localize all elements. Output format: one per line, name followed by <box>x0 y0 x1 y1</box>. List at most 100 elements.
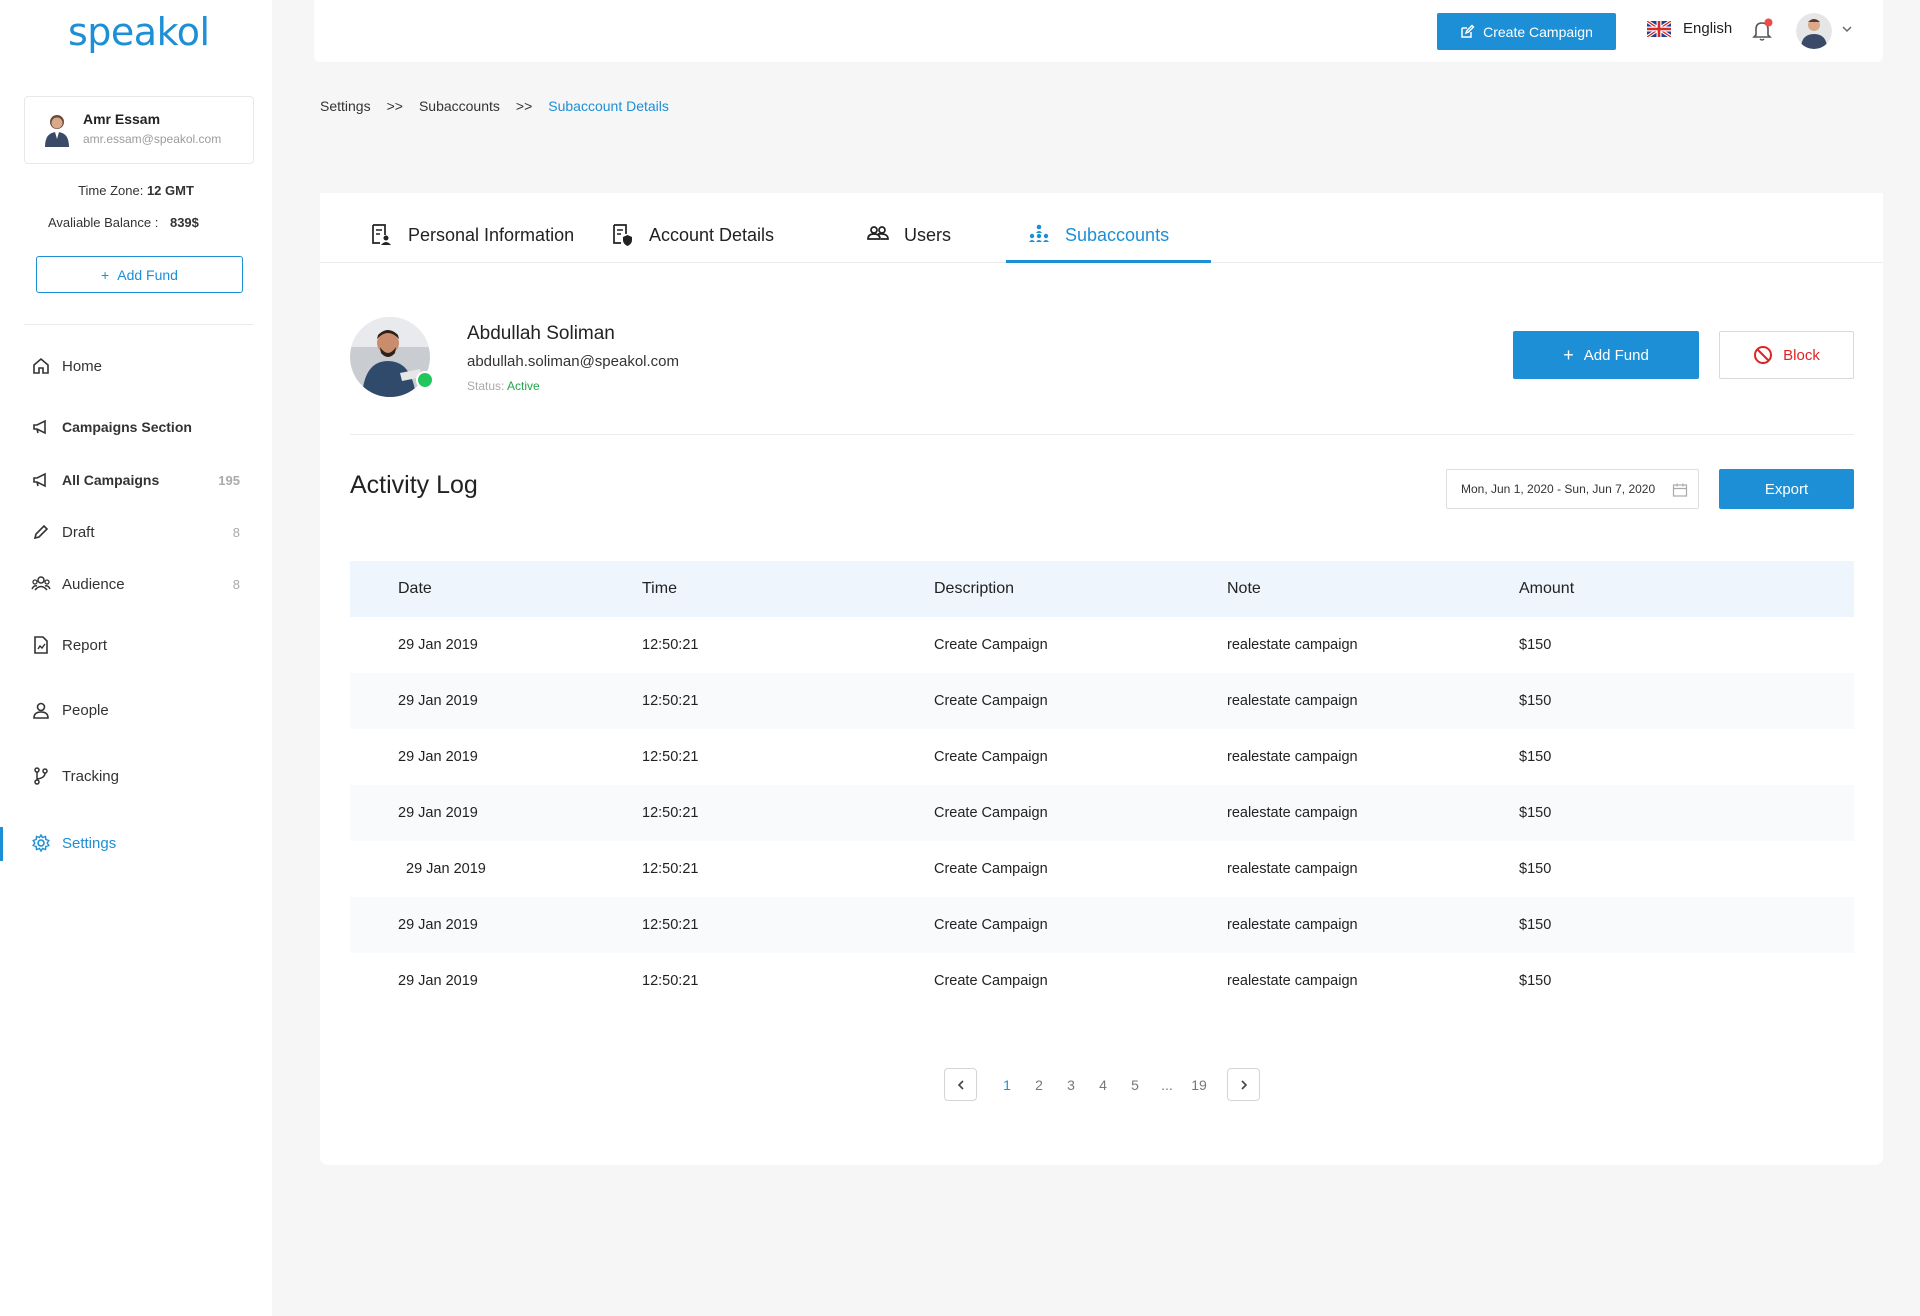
status-badge: Status: Active <box>467 379 540 393</box>
branch-icon <box>30 765 52 787</box>
export-label: Export <box>1764 480 1809 498</box>
speakol-logo[interactable]: speakol <box>68 10 210 54</box>
sidebar-item-label: All Campaigns <box>62 472 160 488</box>
page-link[interactable]: 4 <box>1087 1077 1119 1093</box>
table-row: 29 Jan 2019 12:50:21 Create Campaign rea… <box>350 841 1854 897</box>
cell-description: Create Campaign <box>934 973 1048 989</box>
tab-label: Subaccounts <box>1065 224 1170 245</box>
breadcrumb-item-settings[interactable]: Settings <box>320 98 371 114</box>
cell-note: realestate campaign <box>1227 749 1358 765</box>
cell-time: 12:50:21 <box>642 861 699 877</box>
sidebar-item-settings[interactable]: Settings <box>30 832 240 854</box>
create-campaign-button[interactable]: Create Campaign <box>1437 13 1616 50</box>
top-bar: Create Campaign English <box>314 0 1883 62</box>
sidebar-item-label: Draft <box>62 523 95 541</box>
page-numbers: 1 2 3 4 5 ... 19 <box>991 1077 1215 1093</box>
person-icon <box>30 699 52 721</box>
column-header-description: Description <box>934 580 1015 597</box>
home-icon <box>30 355 52 377</box>
campaigns-count: 195 <box>218 472 240 488</box>
timezone: Time Zone: 12 GMT <box>0 183 272 198</box>
sidebar-item-label: People <box>62 701 109 719</box>
cell-note: realestate campaign <box>1227 917 1358 933</box>
add-fund-button[interactable]: + Add Fund <box>1513 331 1699 379</box>
plus-icon: + <box>1563 344 1574 365</box>
add-fund-label: Add Fund <box>117 266 178 283</box>
cell-date: 29 Jan 2019 <box>398 693 478 709</box>
breadcrumb: Settings >> Subaccounts >> Subaccount De… <box>320 98 669 114</box>
breadcrumb-item-subaccounts[interactable]: Subaccounts <box>419 98 500 114</box>
cell-date: 29 Jan 2019 <box>398 749 478 765</box>
sidebar-item-report[interactable]: Report <box>30 634 240 656</box>
cell-date: 29 Jan 2019 <box>406 861 486 877</box>
table-header: Date Time Description Note Amount <box>350 561 1854 617</box>
edit-icon <box>1461 24 1475 38</box>
block-icon <box>1754 346 1773 364</box>
tab-subaccounts[interactable]: Subaccounts <box>1027 223 1169 247</box>
gear-icon <box>30 832 52 854</box>
table-row: 29 Jan 2019 12:50:21 Create Campaign rea… <box>350 729 1854 785</box>
cell-amount: $150 <box>1519 693 1552 709</box>
page-link[interactable]: 3 <box>1055 1077 1087 1093</box>
chevron-right-icon <box>1240 1079 1247 1090</box>
cell-amount: $150 <box>1519 637 1552 653</box>
sidebar-item-label: Audience <box>62 575 125 593</box>
sidebar-item-home[interactable]: Home <box>30 355 240 377</box>
user-name: Amr Essam <box>83 111 161 127</box>
sidebar-item-people[interactable]: People <box>30 699 240 721</box>
subaccount-details-card: Abdullah Soliman abdullah.soliman@speako… <box>320 263 1883 1165</box>
column-header-amount: Amount <box>1519 580 1575 597</box>
cell-description: Create Campaign <box>934 861 1048 877</box>
tab-account-details[interactable]: Account Details <box>611 223 774 247</box>
language-selector[interactable]: English <box>1647 20 1732 37</box>
megaphone-icon <box>30 416 52 438</box>
cell-date: 29 Jan 2019 <box>398 917 478 933</box>
date-range-picker[interactable]: Mon, Jun 1, 2020 - Sun, Jun 7, 2020 <box>1446 469 1699 509</box>
page-link[interactable]: 19 <box>1183 1077 1215 1093</box>
sidebar-item-tracking[interactable]: Tracking <box>30 765 240 787</box>
sidebar-item-all-campaigns[interactable]: All Campaigns 195 <box>30 469 240 491</box>
avatar[interactable] <box>1796 13 1832 49</box>
add-fund-label: Add Fund <box>1583 346 1649 364</box>
tab-personal-information[interactable]: Personal Information <box>370 223 574 247</box>
cell-time: 12:50:21 <box>642 637 699 653</box>
sidebar-item-draft[interactable]: Draft 8 <box>30 521 240 543</box>
subaccount-email: abdullah.soliman@speakol.com <box>467 353 680 370</box>
divider <box>24 324 254 325</box>
online-status-dot <box>416 371 434 389</box>
cell-date: 29 Jan 2019 <box>398 637 478 653</box>
page-ellipsis: ... <box>1161 1076 1173 1093</box>
cell-note: realestate campaign <box>1227 693 1358 709</box>
cell-description: Create Campaign <box>934 693 1048 709</box>
chevron-down-icon[interactable] <box>1840 22 1854 36</box>
sidebar-item-campaigns-section[interactable]: Campaigns Section <box>30 416 240 438</box>
page-link[interactable]: 5 <box>1119 1077 1151 1093</box>
draft-count: 8 <box>232 524 240 540</box>
next-page-button[interactable] <box>1227 1068 1260 1101</box>
user-profile-card[interactable]: Amr Essam amr.essam@speakol.com <box>24 96 254 164</box>
tab-label: Account Details <box>649 224 775 245</box>
cell-note: realestate campaign <box>1227 861 1358 877</box>
block-button[interactable]: Block <box>1719 331 1854 379</box>
sidebar-add-fund-button[interactable]: + Add Fund <box>36 256 243 293</box>
bell-icon[interactable] <box>1750 18 1774 42</box>
table-row: 29 Jan 2019 12:50:21 Create Campaign rea… <box>350 785 1854 841</box>
column-header-time: Time <box>642 580 677 597</box>
breadcrumb-separator: >> <box>386 98 403 114</box>
page-link[interactable]: 1 <box>991 1077 1023 1093</box>
status-label: Status: <box>467 379 505 393</box>
table-row: 29 Jan 2019 12:50:21 Create Campaign rea… <box>350 953 1854 1009</box>
timezone-label: Time Zone: <box>78 183 144 198</box>
cell-time: 12:50:21 <box>642 693 699 709</box>
sidebar-item-audience[interactable]: Audience 8 <box>30 573 240 595</box>
sidebar-item-label: Home <box>62 357 103 375</box>
cell-description: Create Campaign <box>934 805 1048 821</box>
table-row: 29 Jan 2019 12:50:21 Create Campaign rea… <box>350 897 1854 953</box>
megaphone-icon <box>30 469 52 491</box>
cell-amount: $150 <box>1519 917 1552 933</box>
tab-label: Users <box>904 224 952 245</box>
page-link[interactable]: 2 <box>1023 1077 1055 1093</box>
previous-page-button[interactable] <box>944 1068 977 1101</box>
export-button[interactable]: Export <box>1719 469 1854 509</box>
tab-users[interactable]: Users <box>866 223 951 247</box>
